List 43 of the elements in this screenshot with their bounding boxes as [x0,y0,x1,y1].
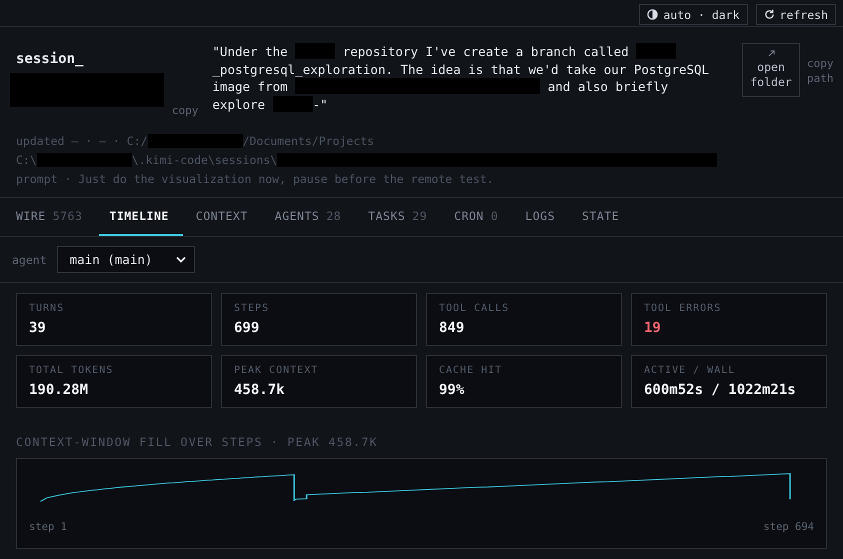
stat-label: TOTAL TOKENS [29,365,114,376]
tab[interactable]: TASKS 29 [358,198,442,236]
stat-value: 849 [439,320,466,336]
chart-title: CONTEXT-WINDOW FILL OVER STEPS · PEAK 458.7K [16,435,379,449]
stat-label: CACHE HIT [439,365,504,376]
session-description: "Under the repository I've create a branch called _postgresql_exploration. The idea is that we'd take our PostgreSQL image from and also briefly explore -" [212,43,710,113]
stat-value: 39 [29,320,47,336]
axis-label: step 694 [763,521,814,533]
tab[interactable]: LOGS [515,198,569,236]
stat-value: 19 [644,320,662,336]
stat-value: 458.7k [234,382,286,398]
copy-button[interactable]: copy [172,103,198,118]
stat-label: TURNS [29,303,66,314]
tab[interactable]: AGENTS 28 [264,198,356,236]
stat-label: STEPS [234,303,270,314]
tab[interactable]: CONTEXT [186,198,262,236]
axis-label: step 1 [29,521,67,533]
meta-line: updated — · — · C:/ /Documents/Projects [16,133,376,149]
stat-value: 699 [234,320,260,336]
open-folder-button[interactable]: open folder [742,43,800,97]
arrow-icon [768,50,775,57]
stat-label: ACTIVE / WALL [644,365,736,376]
stat-value: 190.28M [29,382,90,398]
tab[interactable]: WIRE 5763 [6,198,96,236]
refresh-icon [764,9,775,20]
stat-value: 600m52s / 1022m21s [644,382,797,398]
copy-path-button[interactable]: copy path [807,56,835,86]
stat-label: TOOL ERRORS [644,303,722,314]
tab[interactable]: CRON 0 [444,198,512,236]
contrast-icon [647,9,658,20]
agent-label: agent [12,252,47,266]
agent-dropdown[interactable]: main (main) [56,246,195,273]
session-name: session_ [16,51,84,67]
stat-label: PEAK CONTEXT [234,365,320,376]
tab[interactable]: STATE [572,198,634,236]
stat-value: 99% [439,382,466,398]
refresh-button[interactable]: refresh [756,4,836,25]
chevron-icon [176,256,186,263]
stat-label: TOOL CALLS [439,303,510,314]
theme-button[interactable]: auto · dark [639,4,748,25]
meta-line: C:\ \.kimi-code\sessions\ [16,152,843,168]
meta-line: prompt · Just do the visualization now, pause before the remote test. [16,171,495,187]
tab[interactable]: TIMELINE [99,198,183,236]
